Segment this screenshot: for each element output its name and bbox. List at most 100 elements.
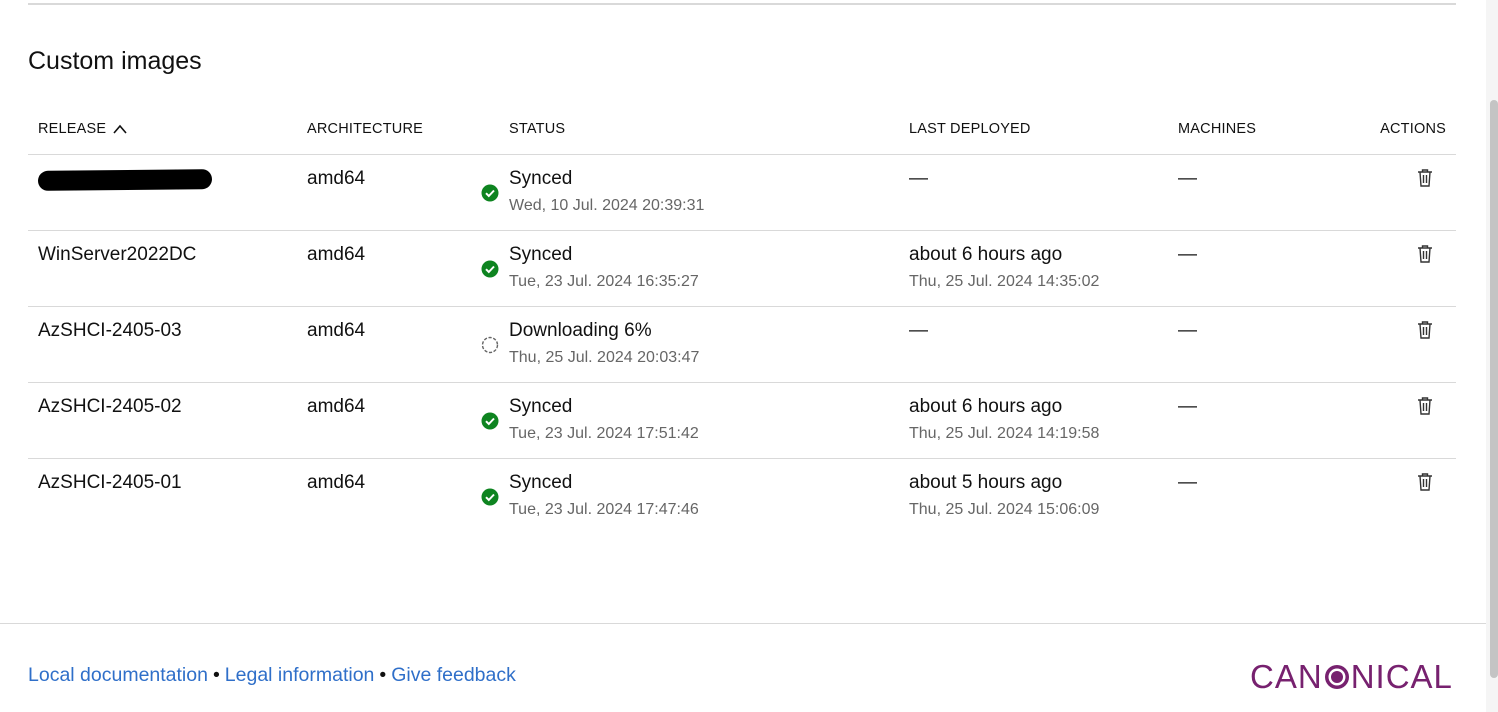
machines-value: —	[1178, 396, 1197, 417]
last-deployed-cell: about 5 hours ago Thu, 25 Jul. 2024 15:06…	[897, 459, 1166, 535]
canonical-o-icon	[1324, 665, 1349, 689]
architecture-cell: amd64	[297, 230, 471, 307]
release-name: WinServer2022DC	[38, 244, 197, 265]
custom-images-table: RELEASE ARCHITECTURE STATUS LAST DEPLOYE…	[28, 103, 1456, 534]
machines-cell: —	[1166, 230, 1311, 307]
machines-cell: —	[1166, 306, 1311, 383]
table-row: AzSHCI-2405-03 amd64 Downloading 6% Thu, 25…	[28, 306, 1456, 383]
chevron-up-icon	[113, 124, 127, 134]
give-feedback-link[interactable]: Give feedback	[391, 664, 516, 686]
delete-image-button[interactable]	[1416, 169, 1434, 193]
footer-links: Local documentation • Legal information • Gi…	[28, 664, 516, 687]
header-status-label: STATUS	[509, 120, 566, 137]
delete-trash-icon[interactable]	[1416, 244, 1434, 264]
logo-text-right: NICAL	[1350, 658, 1453, 695]
scrollbar-thumb[interactable]	[1490, 100, 1498, 678]
last-deployed-text: —	[909, 168, 928, 189]
footer-separator: •	[379, 664, 387, 686]
status-cell: Downloading 6% Thu, 25 Jul. 2024 20:03:47	[471, 306, 897, 383]
delete-trash-icon[interactable]	[1416, 168, 1434, 188]
canonical-logo: CAN NICAL	[1250, 657, 1460, 697]
release-name: AzSHCI-2405-03	[38, 320, 182, 341]
actions-cell	[1311, 154, 1456, 231]
delete-trash-icon[interactable]	[1416, 396, 1434, 416]
section-title: Custom images	[28, 47, 202, 75]
status-timestamp: Wed, 10 Jul. 2024 20:39:31	[509, 197, 705, 214]
actions-cell	[1311, 306, 1456, 383]
actions-cell	[1311, 382, 1456, 459]
status-cell: Synced Wed, 10 Jul. 2024 20:39:31	[471, 154, 897, 231]
status-timestamp: Thu, 25 Jul. 2024 20:03:47	[509, 349, 700, 366]
release-name: AzSHCI-2405-02	[38, 396, 182, 417]
status-cell: Synced Tue, 23 Jul. 2024 17:51:42	[471, 382, 897, 459]
machines-value: —	[1178, 320, 1197, 341]
status-timestamp: Tue, 23 Jul. 2024 17:51:42	[509, 425, 699, 442]
last-deployed-timestamp: Thu, 25 Jul. 2024 14:19:58	[909, 425, 1100, 442]
architecture-cell: amd64	[297, 459, 471, 535]
delete-trash-icon[interactable]	[1416, 472, 1434, 492]
delete-image-button[interactable]	[1416, 397, 1434, 421]
top-divider	[28, 3, 1456, 5]
last-deployed-text: about 6 hours ago	[909, 244, 1063, 265]
status-cell: Synced Tue, 23 Jul. 2024 16:35:27	[471, 230, 897, 307]
header-machines-label: MACHINES	[1178, 120, 1257, 137]
success-check-icon	[481, 260, 499, 278]
delete-image-button[interactable]	[1416, 321, 1434, 345]
machines-value: —	[1178, 168, 1197, 189]
last-deployed-cell: —	[897, 306, 1166, 383]
header-actions: ACTIONS	[1311, 103, 1456, 155]
actions-cell	[1311, 459, 1456, 535]
success-check-icon	[481, 488, 499, 506]
architecture-cell: amd64	[297, 306, 471, 383]
last-deployed-cell: about 6 hours ago Thu, 25 Jul. 2024 14:19…	[897, 382, 1166, 459]
redacted-release-name	[37, 169, 213, 191]
last-deployed-text: about 5 hours ago	[909, 472, 1063, 493]
status-text: Synced	[509, 472, 573, 493]
machines-cell: —	[1166, 382, 1311, 459]
release-cell: WinServer2022DC	[28, 230, 297, 307]
release-cell: AzSHCI-2405-01	[28, 459, 297, 535]
status-text: Downloading 6%	[509, 320, 652, 341]
release-cell: AzSHCI-2405-02	[28, 382, 297, 459]
status-text: Synced	[509, 396, 573, 417]
machines-value: —	[1178, 244, 1197, 265]
last-deployed-timestamp: Thu, 25 Jul. 2024 15:06:09	[909, 501, 1100, 518]
architecture-cell: amd64	[297, 154, 471, 231]
table-row: WinServer2022DC amd64 Synced Tue, 23 Jul. 2…	[28, 230, 1456, 307]
machines-cell: —	[1166, 459, 1311, 535]
delete-image-button[interactable]	[1416, 245, 1434, 269]
header-last-deployed-label: LAST DEPLOYED	[909, 120, 1031, 137]
release-name: AzSHCI-2405-01	[38, 472, 182, 493]
machines-cell: —	[1166, 154, 1311, 231]
architecture-value: amd64	[307, 472, 366, 493]
header-release[interactable]: RELEASE	[28, 103, 297, 155]
architecture-value: amd64	[307, 168, 366, 189]
delete-trash-icon[interactable]	[1416, 320, 1434, 340]
spinner-icon	[481, 336, 499, 354]
last-deployed-cell: —	[897, 154, 1166, 231]
actions-cell	[1311, 230, 1456, 307]
last-deployed-text: —	[909, 320, 928, 341]
local-documentation-link[interactable]: Local documentation	[28, 664, 208, 686]
architecture-cell: amd64	[297, 382, 471, 459]
architecture-value: amd64	[307, 396, 366, 417]
footer-divider	[0, 623, 1486, 624]
logo-text-left: CAN	[1250, 658, 1323, 695]
delete-image-button[interactable]	[1416, 473, 1434, 497]
table-row: AzSHCI-2405-01 amd64 Synced Tue, 23 Jul. 20…	[28, 459, 1456, 535]
header-architecture: ARCHITECTURE	[297, 103, 471, 155]
table-header-row: RELEASE ARCHITECTURE STATUS LAST DEPLOYE…	[28, 103, 1456, 155]
architecture-value: amd64	[307, 320, 366, 341]
status-cell: Synced Tue, 23 Jul. 2024 17:47:46	[471, 459, 897, 535]
success-check-icon	[481, 184, 499, 202]
sort-release-button[interactable]: RELEASE	[38, 121, 128, 137]
last-deployed-timestamp: Thu, 25 Jul. 2024 14:35:02	[909, 273, 1100, 290]
architecture-value: amd64	[307, 244, 366, 265]
header-release-label: RELEASE	[38, 120, 107, 137]
header-machines: MACHINES	[1166, 103, 1311, 155]
legal-information-link[interactable]: Legal information	[225, 664, 375, 686]
last-deployed-cell: about 6 hours ago Thu, 25 Jul. 2024 14:35…	[897, 230, 1166, 307]
last-deployed-text: about 6 hours ago	[909, 396, 1063, 417]
header-status: STATUS	[471, 103, 897, 155]
header-last-deployed: LAST DEPLOYED	[897, 103, 1166, 155]
